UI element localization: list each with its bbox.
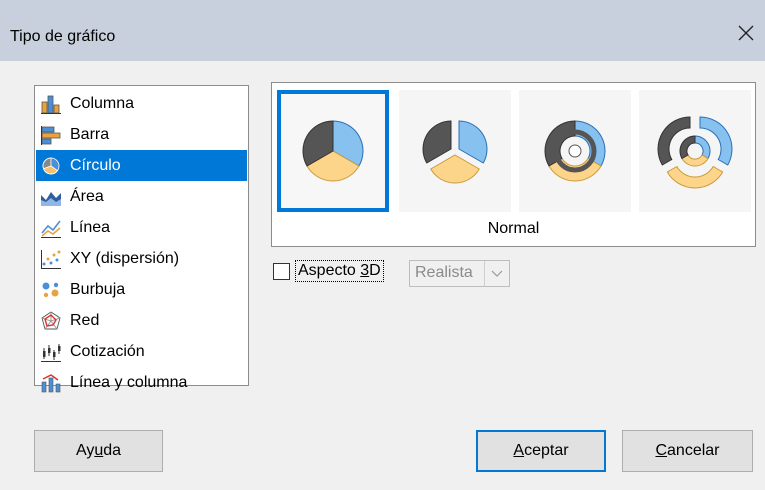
ok-button[interactable]: Aceptar <box>476 430 606 472</box>
aspect-3d-label[interactable]: Aspecto 3D <box>295 260 384 282</box>
chart-type-label: Línea <box>70 218 111 236</box>
area-chart-icon <box>40 187 62 207</box>
chart-type-label: Columna <box>70 94 135 112</box>
variant-exploded-pie[interactable] <box>399 90 511 212</box>
close-icon[interactable] <box>727 14 765 52</box>
chart-type-label: Red <box>70 311 100 329</box>
column-chart-icon <box>40 94 62 114</box>
help-label: Ay <box>75 442 95 459</box>
scheme-value: Realista <box>415 264 473 281</box>
chart-type-label: Cotización <box>70 342 145 360</box>
scheme-dropdown[interactable]: Realista <box>409 260 510 287</box>
exploded-donut-icon <box>657 116 733 189</box>
help-label-suffix: da <box>103 442 122 459</box>
variant-normal-pie[interactable] <box>277 90 389 212</box>
stock-chart-icon <box>40 342 62 362</box>
title-bar: Tipo de gráfico <box>0 0 765 61</box>
chart-type-label: Línea y columna <box>70 373 188 391</box>
column-line-chart-icon <box>40 373 62 393</box>
chart-type-red[interactable]: Red <box>36 305 247 336</box>
chart-type-xy[interactable]: XY (dispersión) <box>36 243 247 274</box>
cancel-button[interactable]: Cancelar <box>622 430 753 472</box>
net-chart-icon <box>40 310 62 331</box>
help-mnemonic: u <box>94 442 104 459</box>
ok-label: ceptar <box>524 442 569 459</box>
help-button[interactable]: Ay u da <box>34 430 163 472</box>
pie-chart-icon <box>40 156 62 176</box>
chart-type-columna[interactable]: Columna <box>36 88 247 119</box>
aspect-3d-label-suffix: D <box>369 262 381 279</box>
aspect-3d-checkbox[interactable] <box>273 263 290 280</box>
chart-type-area[interactable]: Área <box>36 181 247 212</box>
variant-donut[interactable] <box>519 90 631 212</box>
donut-icon <box>544 120 606 182</box>
chart-type-label: XY (dispersión) <box>70 249 180 267</box>
chart-type-list[interactable]: Columna Barra Círculo Área Línea XY (dis… <box>34 85 249 392</box>
ok-mnemonic: A <box>513 442 525 459</box>
bubble-chart-icon <box>40 280 62 300</box>
aspect-3d-label-text: Aspecto <box>298 262 361 279</box>
chevron-down-icon <box>491 270 503 277</box>
chart-type-label: Burbuja <box>70 280 126 298</box>
chart-type-label: Círculo <box>70 156 121 174</box>
exploded-pie-icon <box>422 120 488 184</box>
chart-type-cotizacion[interactable]: Cotización <box>36 336 247 367</box>
chart-variant-selector: Normal <box>271 82 756 247</box>
dialog-title: Tipo de gráfico <box>10 28 116 45</box>
aspect-3d-mnemonic: 3 <box>360 262 370 279</box>
chart-type-burbuja[interactable]: Burbuja <box>36 274 247 305</box>
dropdown-arrow[interactable] <box>484 261 509 286</box>
chart-type-linea[interactable]: Línea <box>36 212 247 243</box>
variant-exploded-donut[interactable] <box>639 90 751 212</box>
chart-type-label: Barra <box>70 125 110 143</box>
scatter-chart-icon <box>40 249 62 269</box>
chart-type-linea-columna[interactable]: Línea y columna <box>36 367 247 398</box>
cancel-mnemonic: C <box>655 442 668 459</box>
chart-type-barra[interactable]: Barra <box>36 119 247 150</box>
chart-type-circulo[interactable]: Círculo <box>36 150 247 181</box>
normal-pie-icon <box>302 120 364 182</box>
cancel-label: ancelar <box>667 442 720 459</box>
variant-caption: Normal <box>487 220 540 237</box>
chart-type-label: Área <box>70 187 104 205</box>
line-chart-icon <box>40 218 62 238</box>
bar-chart-icon <box>40 125 62 145</box>
